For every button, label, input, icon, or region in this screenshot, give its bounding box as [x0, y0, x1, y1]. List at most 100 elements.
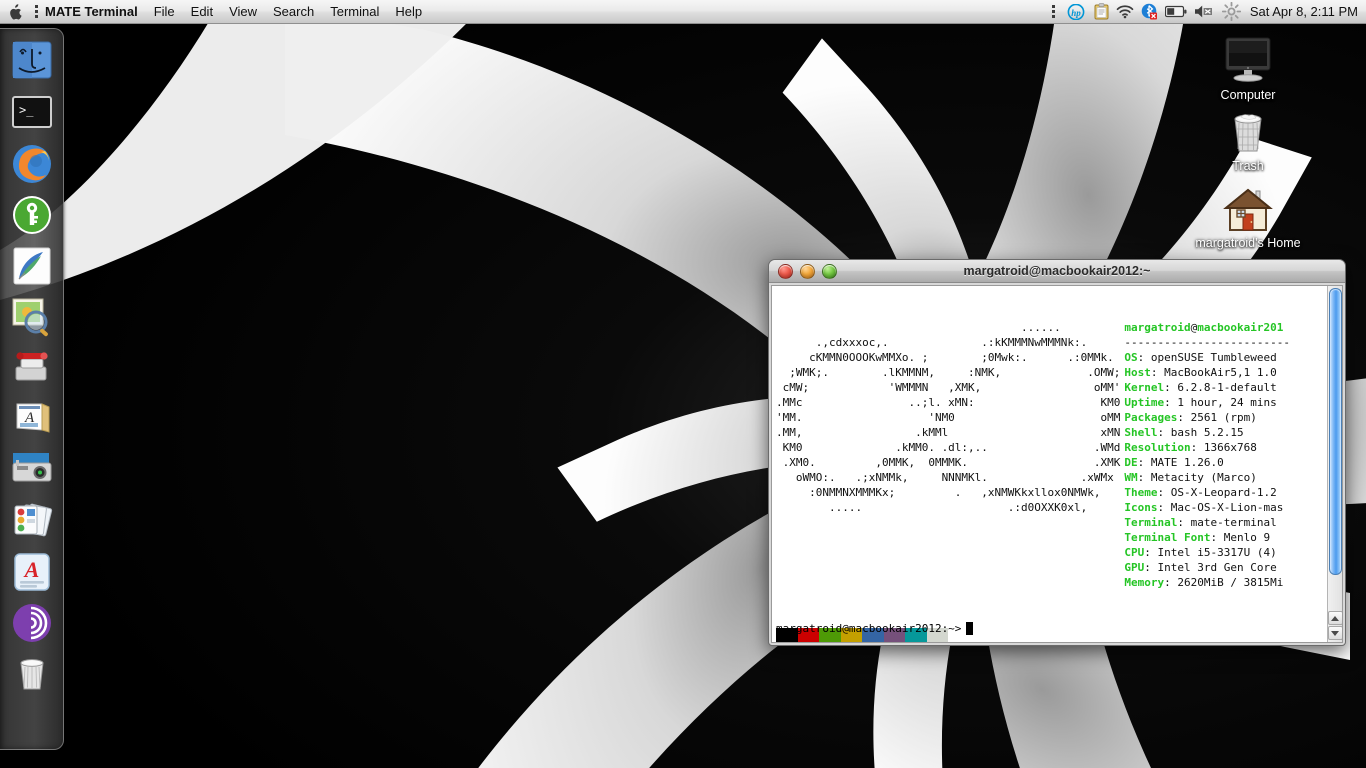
dock-item-keepassxc[interactable]: [9, 192, 55, 238]
neofetch-value: : openSUSE Tumbleweed: [1137, 351, 1277, 364]
menu-search[interactable]: Search: [265, 0, 322, 23]
dock-item-finder[interactable]: [9, 39, 55, 85]
neofetch-row: Host: MacBookAir5,1 1.0: [1124, 365, 1290, 380]
trash-icon: [1188, 105, 1308, 157]
neofetch-value: : bash 5.2.15: [1157, 426, 1244, 439]
dock-item-camera[interactable]: [9, 447, 55, 493]
neofetch-key: Icons: [1124, 501, 1158, 514]
dock-item-terminal[interactable]: >_: [9, 90, 55, 136]
dock: >_ A A: [0, 28, 64, 750]
menu-view[interactable]: View: [221, 0, 265, 23]
terminal-titlebar[interactable]: margatroid@macbookair2012:~: [769, 260, 1345, 283]
svg-text:hp: hp: [1071, 8, 1081, 18]
desktop-icon-label: Trash: [1232, 159, 1264, 173]
desktop-icon-label: Computer: [1220, 88, 1276, 102]
apple-menu[interactable]: [0, 0, 32, 23]
neofetch-key: DE: [1124, 456, 1138, 469]
neofetch-key: Shell: [1124, 426, 1158, 439]
menu-file[interactable]: File: [146, 0, 183, 23]
shell-prompt[interactable]: margatroid@macbookair2012:~>: [776, 621, 974, 636]
neofetch-key: CPU: [1124, 546, 1145, 559]
dock-item-trash[interactable]: [9, 651, 55, 697]
desktop-icon-home[interactable]: margatroid's Home: [1188, 182, 1308, 250]
menu-terminal[interactable]: Terminal: [322, 0, 387, 23]
neofetch-key: Host: [1124, 366, 1151, 379]
neofetch-row: Kernel: 6.2.8-1-default: [1124, 380, 1290, 395]
neofetch-value: : Menlo 9: [1210, 531, 1271, 544]
clipboard-icon[interactable]: [1094, 0, 1109, 23]
desktop-icon-trash[interactable]: Trash: [1188, 105, 1308, 173]
terminal-output[interactable]: ...... .,cdxxxoc,. .:kKMMMNwMMMNk:. cKMM…: [772, 286, 1327, 642]
menu-bar: MATE Terminal File Edit View Search Term…: [0, 0, 1366, 24]
neofetch-value: : Intel i5-3317U (4): [1144, 546, 1277, 559]
neofetch-row: Icons: Mac-OS-X-Lion-mas: [1124, 500, 1290, 515]
neofetch-value: : MacBookAir5,1 1.0: [1150, 366, 1277, 379]
neofetch-value: : mate-terminal: [1177, 516, 1277, 529]
neofetch-row: WM: Metacity (Marco): [1124, 470, 1290, 485]
dock-item-feather[interactable]: [9, 243, 55, 289]
scroll-up-button[interactable]: [1327, 611, 1342, 625]
neofetch-row: Memory: 2620MiB / 3815Mi: [1124, 575, 1290, 590]
neofetch-row: Shell: bash 5.2.15: [1124, 425, 1290, 440]
active-app-name[interactable]: MATE Terminal: [41, 0, 146, 23]
neofetch-user-host: margatroid@macbookair201: [1124, 321, 1284, 334]
neofetch-row: Terminal: mate-terminal: [1124, 515, 1290, 530]
neofetch-value: : OS-X-Leopard-1.2: [1157, 486, 1277, 499]
neofetch-row: Resolution: 1366x768: [1124, 440, 1290, 455]
neofetch-row: OS: openSUSE Tumbleweed: [1124, 350, 1290, 365]
neofetch-key: Kernel: [1124, 381, 1165, 394]
neofetch-value: : 1366x768: [1190, 441, 1257, 454]
terminal-scrollbar[interactable]: [1327, 286, 1342, 642]
dock-item-color-palette[interactable]: [9, 498, 55, 544]
dock-item-acrobat[interactable]: A: [9, 549, 55, 595]
neofetch-row: GPU: Intel 3rd Gen Core: [1124, 560, 1290, 575]
dock-item-font-viewer[interactable]: A: [9, 396, 55, 442]
neofetch-key: WM: [1124, 471, 1138, 484]
apple-logo-icon: [10, 3, 22, 19]
dock-item-firefox[interactable]: [9, 141, 55, 187]
scrollbar-thumb[interactable]: [1328, 288, 1342, 575]
neofetch-row: DE: MATE 1.26.0: [1124, 455, 1290, 470]
neofetch-key: Memory: [1124, 576, 1165, 589]
neofetch-value: : MATE 1.26.0: [1137, 456, 1224, 469]
menu-edit[interactable]: Edit: [183, 0, 221, 23]
wifi-icon[interactable]: [1116, 0, 1134, 23]
neofetch-row: Terminal Font: Menlo 9: [1124, 530, 1290, 545]
computer-icon: [1188, 34, 1308, 86]
maximize-button[interactable]: [822, 263, 837, 279]
desktop-icon-computer[interactable]: Computer: [1188, 34, 1308, 102]
grip-dots-icon: [32, 5, 41, 18]
neofetch-value: : 2620MiB / 3815Mi: [1164, 576, 1284, 589]
neofetch-key: Uptime: [1124, 396, 1165, 409]
terminal-window[interactable]: margatroid@macbookair2012:~ ...... .,cdx…: [768, 259, 1346, 646]
neofetch-value: : Mac-OS-X-Lion-mas: [1157, 501, 1284, 514]
menubar-clock[interactable]: Sat Apr 8, 2:11 PM: [1248, 4, 1358, 19]
neofetch-ascii-art: ...... .,cdxxxoc,. .:kKMMMNwMMMNk:. cKMM…: [776, 321, 1121, 514]
dock-item-tor[interactable]: [9, 600, 55, 646]
hp-logo-icon[interactable]: hp: [1065, 0, 1087, 23]
volume-muted-icon[interactable]: [1194, 0, 1215, 23]
battery-icon[interactable]: [1164, 0, 1187, 23]
neofetch-value: : Intel 3rd Gen Core: [1144, 561, 1277, 574]
menu-help[interactable]: Help: [387, 0, 430, 23]
scroll-down-button[interactable]: [1327, 626, 1342, 640]
dock-item-image-viewer[interactable]: [9, 294, 55, 340]
home-icon: [1188, 182, 1308, 234]
svg-text:>_: >_: [19, 103, 34, 117]
svg-text:A: A: [22, 557, 39, 582]
bluetooth-disabled-icon[interactable]: [1141, 0, 1158, 23]
neofetch-key: Packages: [1124, 411, 1178, 424]
desktop-icon-label: margatroid's Home: [1195, 236, 1301, 250]
neofetch-value: : 1 hour, 24 mins: [1164, 396, 1277, 409]
neofetch-value: : 2561 (rpm): [1177, 411, 1257, 424]
close-button[interactable]: [778, 263, 793, 279]
terminal-body[interactable]: ...... .,cdxxxoc,. .:kKMMMNwMMMNk:. cKMM…: [771, 285, 1343, 643]
neofetch-key: Terminal: [1124, 516, 1178, 529]
brightness-icon[interactable]: [1221, 0, 1241, 23]
terminal-title: margatroid@macbookair2012:~: [963, 264, 1151, 278]
neofetch-key: GPU: [1124, 561, 1145, 574]
minimize-button[interactable]: [800, 263, 815, 279]
dock-item-clamp-tool[interactable]: [9, 345, 55, 391]
neofetch-value: : 6.2.8-1-default: [1164, 381, 1277, 394]
neofetch-info: margatroid@macbookair201 ----------------…: [1124, 320, 1290, 590]
